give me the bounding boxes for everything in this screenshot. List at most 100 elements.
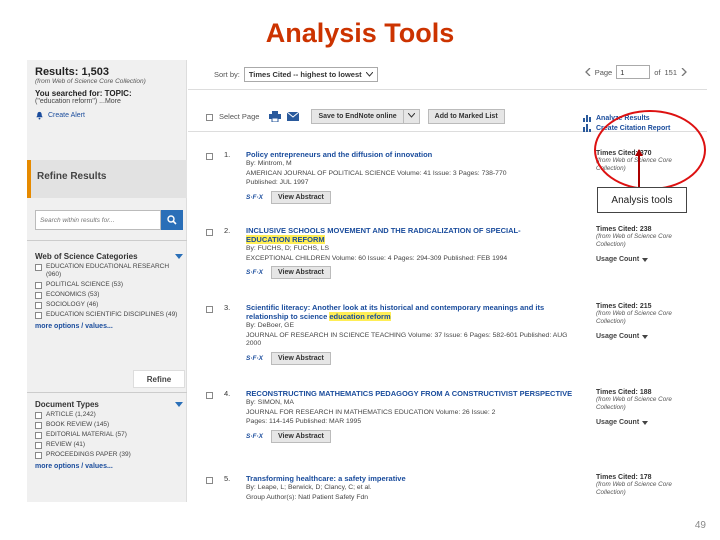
checkbox[interactable] (35, 442, 42, 449)
refine-button[interactable]: Refine (133, 370, 185, 388)
times-cited[interactable]: Times Cited: 238 (596, 226, 701, 233)
record-published: Published: JUL 1997 (246, 179, 309, 186)
more-options-link[interactable]: more options / values... (35, 323, 183, 330)
caret-down-icon[interactable] (175, 253, 183, 260)
usage-count-dropdown[interactable]: Usage Count (596, 256, 701, 263)
page-input[interactable] (616, 65, 651, 79)
record-group-author: Group Author(s): Natl Patient Safety Fdn (246, 493, 369, 501)
checkbox[interactable] (35, 282, 42, 289)
usage-count-dropdown[interactable]: Usage Count (596, 333, 701, 340)
checkbox[interactable] (35, 312, 42, 319)
search-button[interactable] (161, 210, 183, 230)
record-checkbox[interactable] (206, 392, 213, 399)
print-icon[interactable] (269, 111, 282, 122)
sfx-link[interactable]: S·F·X (246, 355, 263, 362)
searched-label: You searched for: TOPIC: (35, 89, 132, 98)
save-endnote-button[interactable]: Save to EndNote online (311, 109, 404, 124)
sfx-link[interactable]: S·F·X (246, 433, 263, 440)
bell-icon (36, 111, 43, 120)
record-authors: By: FUCHS, D; FUCHS, LS (246, 245, 330, 252)
facet-item[interactable]: ARTICLE (1,242) (35, 411, 183, 419)
next-page-icon[interactable] (681, 68, 687, 76)
more-options-link[interactable]: more options / values... (35, 463, 183, 470)
checkbox[interactable] (35, 452, 42, 459)
record-checkbox[interactable] (206, 306, 213, 313)
record-number: 4. (224, 389, 231, 398)
facet-item[interactable]: PROCEEDINGS PAPER (39) (35, 451, 183, 459)
view-abstract-button[interactable]: View Abstract (270, 429, 331, 443)
page-label: Page (594, 67, 613, 77)
total-pages: 151 (664, 67, 677, 77)
checkbox[interactable] (35, 422, 42, 429)
checkbox[interactable] (35, 302, 42, 309)
select-page-label: Select Page (219, 112, 260, 121)
page-number: 49 (694, 520, 706, 531)
facet-item[interactable]: REVIEW (41) (35, 441, 183, 449)
prev-page-icon[interactable] (584, 68, 591, 76)
record-checkbox[interactable] (206, 229, 213, 236)
create-alert-link[interactable]: Create Alert (35, 111, 178, 120)
caret-down-icon[interactable] (175, 401, 183, 408)
sidebar: Results: 1,503 (from Web of Science Core… (27, 60, 187, 502)
checkbox[interactable] (35, 292, 42, 299)
view-abstract-button[interactable]: View Abstract (270, 351, 331, 365)
search-icon (167, 215, 177, 225)
record-journal: EXCEPTIONAL CHILDREN Volume: 60 Issue: 4… (246, 254, 508, 262)
usage-count-dropdown[interactable]: Usage Count (596, 419, 701, 426)
sfx-link[interactable]: S·F·X (246, 194, 263, 201)
sort-select[interactable]: Times Cited -- highest to lowest (243, 67, 378, 82)
results-note: (from Web of Science Core Collection) (35, 78, 146, 85)
facet-item[interactable]: EDUCATION SCIENTIFIC DISCIPLINES (49) (35, 311, 183, 319)
bar-chart-icon (583, 115, 591, 122)
times-cited[interactable]: Times Cited: 188 (596, 389, 701, 396)
search-within-input[interactable] (35, 210, 161, 230)
record-title[interactable]: Scientific literacy: Another look at its… (246, 303, 576, 321)
create-alert-label: Create Alert (48, 112, 85, 119)
sfx-link[interactable]: S·F·X (246, 269, 263, 276)
record-checkbox[interactable] (206, 153, 213, 160)
record-journal: JOURNAL FOR RESEARCH IN MATHEMATICS EDUC… (246, 408, 496, 416)
pager: Page of 151 (584, 65, 687, 79)
times-cited[interactable]: Times Cited: 178 (596, 474, 701, 481)
record-number: 3. (224, 303, 231, 312)
times-cited-note: (from Web of Science Core Collection) (596, 481, 672, 496)
searched-query[interactable]: ("education reform") ...More (35, 98, 178, 105)
facet-item[interactable]: EDITORIAL MATERIAL (57) (35, 431, 183, 439)
record-title[interactable]: Transforming healthcare: a safety impera… (246, 474, 576, 483)
record-checkbox[interactable] (206, 477, 213, 484)
add-marked-list-button[interactable]: Add to Marked List (427, 109, 505, 124)
view-abstract-button[interactable]: View Abstract (270, 190, 331, 204)
checkbox[interactable] (35, 264, 42, 271)
analysis-tools-callout: Analysis tools (597, 187, 687, 213)
view-abstract-button[interactable]: View Abstract (270, 266, 331, 279)
chevron-down-icon (365, 72, 373, 77)
record-title[interactable]: INCLUSIVE SCHOOLS MOVEMENT AND THE RADIC… (246, 226, 576, 244)
save-options-dropdown[interactable] (403, 109, 420, 124)
checkbox[interactable] (35, 412, 42, 419)
record-authors: By: SIMON, MA (246, 399, 294, 406)
email-icon[interactable] (287, 112, 300, 121)
record-title[interactable]: Policy entrepreneurs and the diffusion o… (246, 150, 576, 159)
times-cited[interactable]: Times Cited: 215 (596, 303, 701, 310)
facet-item[interactable]: ECONOMICS (53) (35, 291, 183, 299)
results-count: Results: 1,503 (35, 66, 109, 78)
record-number: 2. (224, 226, 231, 235)
refine-results-heading: Refine Results (27, 160, 187, 198)
of-label: of (654, 67, 661, 77)
record-journal: JOURNAL OF RESEARCH IN SCIENCE TEACHING … (246, 331, 568, 348)
facet-item[interactable]: POLITICAL SCIENCE (53) (35, 281, 183, 289)
facet-document-types: Document Types ARTICLE (1,242) BOOK REVI… (35, 400, 183, 470)
search-within-box (35, 210, 183, 230)
highlight-ellipse (594, 110, 706, 190)
facet-item[interactable]: BOOK REVIEW (145) (35, 421, 183, 429)
select-page-checkbox[interactable] (206, 113, 213, 121)
facet-item[interactable]: EDUCATION EDUCATIONAL RESEARCH (960) (35, 263, 183, 279)
facet-categories: Web of Science Categories EDUCATION EDUC… (35, 252, 183, 330)
facet-item[interactable]: SOCIOLOGY (46) (35, 301, 183, 309)
slide-title: Analysis Tools (265, 18, 455, 48)
divider (27, 240, 187, 241)
checkbox[interactable] (35, 432, 42, 439)
record-authors: By: Mintrom, M (246, 160, 292, 167)
record-title[interactable]: RECONSTRUCTING MATHEMATICS PEDAGOGY FROM… (246, 389, 576, 398)
times-cited-note: (from Web of Science Core Collection) (596, 396, 672, 411)
